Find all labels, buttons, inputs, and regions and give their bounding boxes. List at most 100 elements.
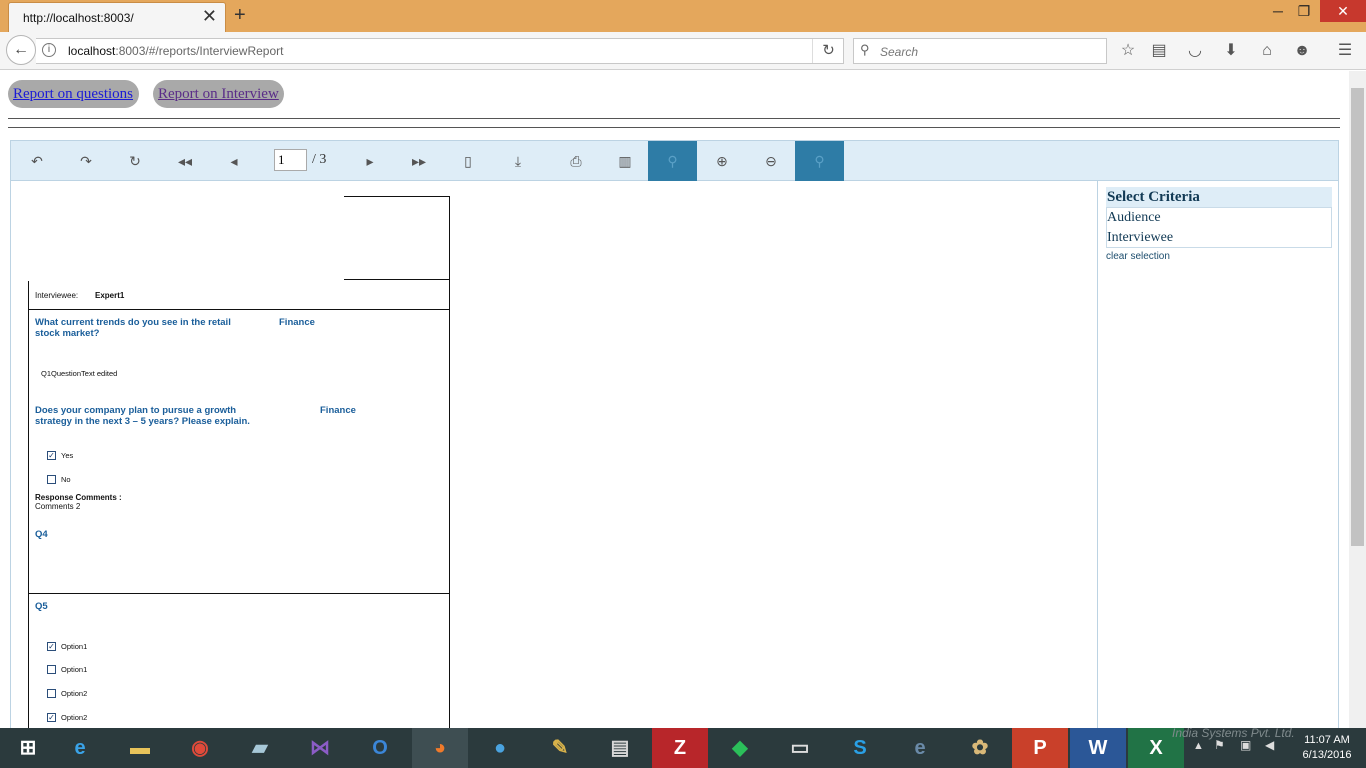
yes-checkbox[interactable]: ✓ [47,451,56,460]
divider [8,118,1340,119]
url-text: localhost:8003/#/reports/InterviewReport [68,44,284,58]
option-label: Yes [61,451,74,460]
option-checkbox[interactable]: ✓ [47,713,56,722]
option-label: No [61,475,71,484]
option-label: Option1 [61,642,88,651]
filezilla-icon[interactable]: Z [652,728,708,768]
option-label: Option1 [61,665,88,674]
redo-icon[interactable]: ↷ [66,141,106,181]
file-explorer-icon[interactable]: ▬ [112,728,168,768]
criteria-list: Audience Interviewee [1106,207,1332,248]
question-4: Q4 [35,529,48,540]
new-tab-icon[interactable]: + [234,4,246,27]
restore-icon[interactable]: ❐ [1284,0,1324,22]
last-page-icon[interactable]: ▸▸ [399,141,439,181]
firefox-icon[interactable]: ◕ [412,728,468,768]
hello-icon[interactable]: ☻ [1291,41,1313,61]
response-comments-label: Response Comments : [35,493,122,502]
interviewee-value: Expert1 [95,291,125,300]
notepad-icon[interactable]: ▰ [232,728,288,768]
page-total: / 3 [312,152,327,167]
network-icon[interactable]: ▣ [1240,738,1251,752]
tray-arrow-icon[interactable]: ▲ [1193,740,1204,752]
tray-clock[interactable]: 11:07 AM 6/13/2016 [1296,733,1358,763]
bookmark-star-icon[interactable]: ☆ [1117,41,1139,61]
document-viewer-icon[interactable]: ▤ [592,728,648,768]
report-on-questions-button[interactable]: Report on questions [8,80,139,108]
app-e-icon[interactable]: e [892,728,948,768]
outlook-icon[interactable]: O [352,728,408,768]
criteria-heading: Select Criteria [1106,187,1332,207]
criteria-panel: Select Criteria Audience Interviewee cle… [1097,181,1338,741]
undo-icon[interactable]: ↶ [17,141,57,181]
question-2-category: Finance [320,405,356,416]
clear-selection-link[interactable]: clear selection [1106,251,1170,262]
response-comments-value: Comments 2 [35,502,81,511]
question-1: What current trends do you see in the re… [35,317,231,339]
criteria-item-audience[interactable]: Audience [1107,210,1161,226]
first-page-icon[interactable]: ◂◂ [165,141,205,181]
search-placeholder: Search [880,45,919,59]
tab-close-icon[interactable]: ✕ [202,6,217,27]
zoom-in-icon[interactable]: ⊕ [702,141,742,181]
visual-studio-icon[interactable]: ⋈ [292,728,348,768]
reload-icon[interactable]: ↻ [812,39,844,63]
option-label: Option2 [61,689,88,698]
question-1-category: Finance [279,317,315,328]
powerpoint-icon[interactable]: P [1012,728,1068,768]
question-2: Does your company plan to pursue a growt… [35,405,250,427]
pocket-icon[interactable]: ◡ [1184,41,1206,61]
word-icon[interactable]: W [1070,728,1126,768]
print-layout-icon[interactable]: ▥ [605,141,645,181]
skype-icon[interactable]: S [832,728,888,768]
start-windows-icon[interactable]: ⊞ [0,728,56,768]
report-on-interview-button[interactable]: Report on Interview [153,80,284,108]
parameters-filter-icon[interactable]: ⚲ [648,141,697,181]
print-icon[interactable]: ⎙ [556,141,596,181]
menu-icon[interactable]: ☰ [1334,41,1356,61]
search-icon: ⚲ [860,42,870,57]
reader-list-icon[interactable]: ▤ [1148,41,1170,61]
option-checkbox[interactable]: ✓ [47,642,56,651]
paint-icon[interactable]: ✿ [952,728,1008,768]
interviewee-label: Interviewee: [35,291,79,300]
search-report-icon[interactable]: ⚲ [795,141,844,181]
watermark-text: India Systems Pvt. Ltd. [1172,726,1295,740]
tab-title: http://localhost:8003/ [23,11,134,25]
flag-icon[interactable]: ⚑ [1214,738,1225,752]
browser-tab[interactable]: http://localhost:8003/ ✕ [8,2,226,32]
app-diamond-icon[interactable]: ◆ [712,728,768,768]
zoom-out-icon[interactable]: ⊖ [751,141,791,181]
page-number-input[interactable]: 1 [274,149,307,171]
back-arrow-icon[interactable]: ← [6,35,36,65]
option-checkbox[interactable] [47,689,56,698]
criteria-item-interviewee[interactable]: Interviewee [1107,230,1173,246]
search-input[interactable]: ⚲ Search [853,38,1107,64]
scrollbar-thumb[interactable] [1351,88,1364,546]
window-close-icon[interactable]: ✕ [1320,0,1366,22]
volume-icon[interactable]: ◀ [1265,738,1274,752]
option-checkbox[interactable] [47,665,56,674]
download-icon[interactable]: ⬇ [1220,41,1242,61]
browser-navbar: ← i localhost:8003/#/reports/InterviewRe… [0,32,1366,70]
divider [8,127,1340,128]
next-page-icon[interactable]: ▸ [350,141,390,181]
report-toolbar: ↶ ↷ ↻ ◂◂ ◂ 1 / 3 ▸ ▸▸ ▯ ⤓ ⎙ ▥ ⚲ ⊕ ⊖ ⚲ [11,141,1338,181]
internet-explorer-icon[interactable]: e [52,728,108,768]
option-label: Option2 [61,713,88,722]
prev-page-icon[interactable]: ◂ [214,141,254,181]
refresh-icon[interactable]: ↻ [115,141,155,181]
page-setup-icon[interactable]: ▯ [448,141,488,181]
chrome-icon[interactable]: ◉ [172,728,228,768]
question-5: Q5 [35,601,48,612]
network-globe-icon[interactable]: ● [472,728,528,768]
address-bar[interactable]: i localhost:8003/#/reports/InterviewRepo… [36,38,844,64]
no-checkbox[interactable] [47,475,56,484]
tools-icon[interactable]: ✎ [532,728,588,768]
report-viewer: ↶ ↷ ↻ ◂◂ ◂ 1 / 3 ▸ ▸▸ ▯ ⤓ ⎙ ▥ ⚲ ⊕ ⊖ ⚲ In… [10,140,1339,741]
site-info-icon[interactable]: i [42,43,56,57]
home-icon[interactable]: ⌂ [1256,41,1278,61]
question-1-answer: Q1QuestionText edited [41,369,118,378]
export-download-icon[interactable]: ⤓ [498,141,538,181]
command-prompt-icon[interactable]: ▭ [772,728,828,768]
